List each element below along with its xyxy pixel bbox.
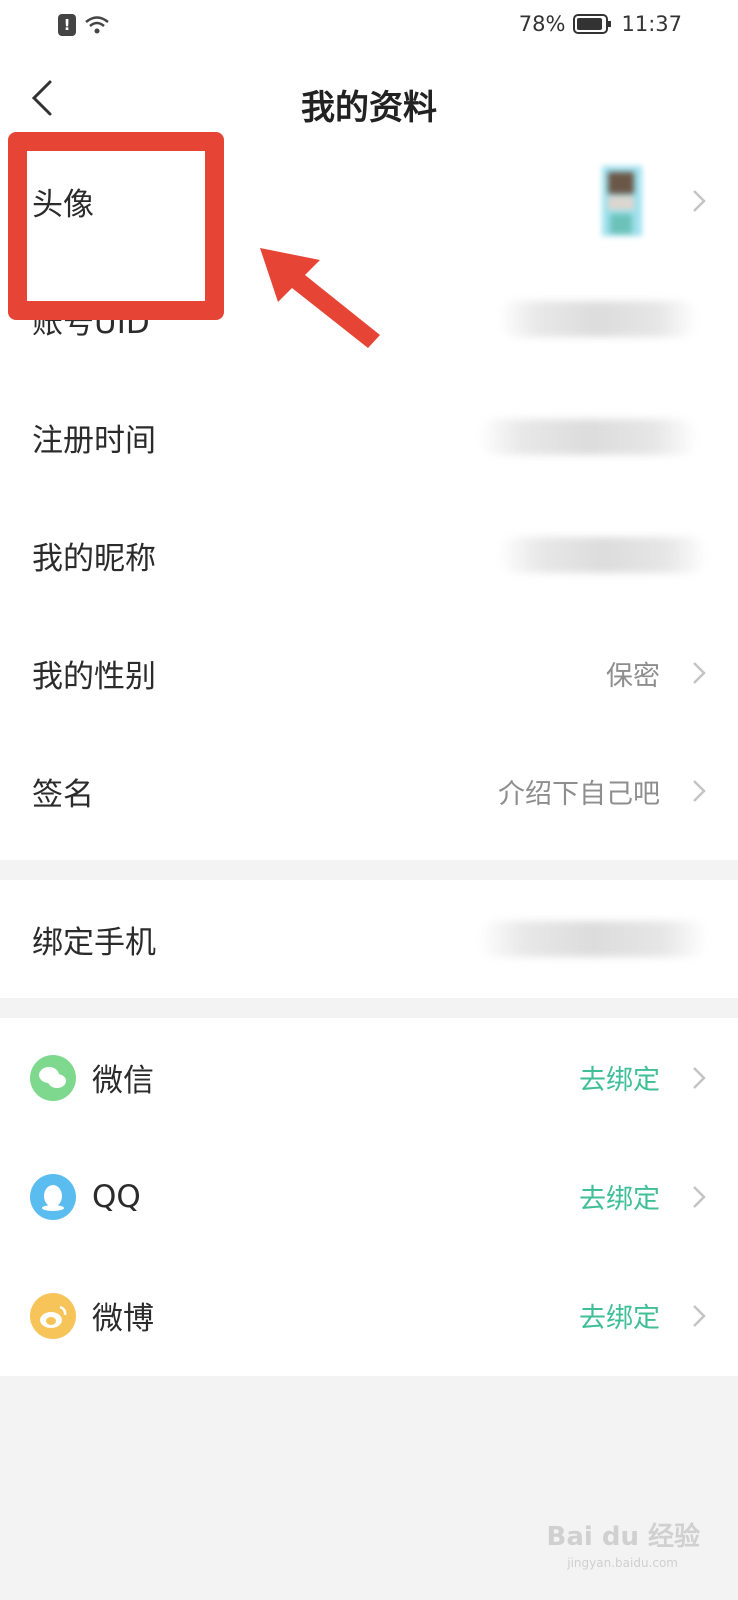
profile-row-nickname[interactable]: 我的昵称 bbox=[0, 496, 738, 614]
row-label: 签名 bbox=[32, 776, 94, 813]
status-right: 78% 11:37 bbox=[519, 12, 682, 36]
highlight-box bbox=[8, 132, 224, 320]
status-bar: ! 78% 11:37 bbox=[0, 0, 738, 56]
watermark: Bai du 经验 bbox=[546, 1522, 701, 1552]
weibo-icon bbox=[30, 1292, 76, 1339]
row-value: 保密 bbox=[606, 660, 660, 692]
wechat-icon bbox=[30, 1054, 76, 1101]
qq-icon bbox=[30, 1173, 76, 1220]
annotation-arrow-icon bbox=[260, 248, 380, 348]
redacted-value bbox=[498, 537, 708, 573]
chevron-right-icon bbox=[693, 190, 706, 212]
header: 我的资料 bbox=[0, 56, 738, 142]
row-value: 介绍下自己吧 bbox=[498, 778, 660, 810]
row-label: QQ bbox=[92, 1178, 141, 1215]
alert-icon: ! bbox=[58, 14, 76, 36]
wifi-icon bbox=[85, 16, 109, 34]
row-label: 绑定手机 bbox=[32, 924, 156, 961]
social-row-qq[interactable]: QQ 去绑定 bbox=[0, 1137, 738, 1256]
watermark-url: jingyan.baidu.com bbox=[567, 1556, 678, 1570]
bind-link[interactable]: 去绑定 bbox=[579, 1058, 660, 1097]
profile-row-gender[interactable]: 我的性别 保密 bbox=[0, 614, 738, 732]
chevron-right-icon bbox=[693, 662, 706, 684]
profile-row-signature[interactable]: 签名 介绍下自己吧 bbox=[0, 732, 738, 850]
row-label: 注册时间 bbox=[32, 422, 156, 459]
phone-section: 绑定手机 bbox=[0, 880, 738, 998]
profile-row-phone[interactable]: 绑定手机 bbox=[0, 880, 738, 998]
redacted-value bbox=[478, 419, 698, 455]
row-label: 微信 bbox=[92, 1063, 154, 1099]
avatar bbox=[594, 156, 648, 248]
row-label: 我的昵称 bbox=[32, 540, 156, 577]
battery-percent: 78% bbox=[518, 12, 566, 36]
redacted-value bbox=[498, 301, 698, 337]
bind-link[interactable]: 去绑定 bbox=[579, 1296, 660, 1335]
page-title: 我的资料 bbox=[301, 88, 437, 128]
battery-icon bbox=[573, 14, 612, 34]
profile-row-register-time: 注册时间 bbox=[0, 378, 738, 496]
chevron-right-icon bbox=[693, 780, 706, 802]
chevron-right-icon bbox=[693, 1066, 706, 1089]
row-label: 微博 bbox=[92, 1301, 154, 1337]
bind-link[interactable]: 去绑定 bbox=[579, 1177, 660, 1216]
status-left: ! bbox=[58, 14, 110, 36]
chevron-right-icon bbox=[693, 1185, 706, 1208]
redacted-value bbox=[478, 921, 708, 957]
chevron-right-icon bbox=[693, 1304, 706, 1327]
social-row-weibo[interactable]: 微博 去绑定 bbox=[0, 1256, 738, 1375]
clock: 11:37 bbox=[621, 12, 682, 36]
social-section: 微信 去绑定 QQ 去绑定 微博 去绑定 bbox=[0, 1018, 738, 1376]
social-row-wechat[interactable]: 微信 去绑定 bbox=[0, 1018, 738, 1137]
row-label: 我的性别 bbox=[32, 658, 156, 695]
